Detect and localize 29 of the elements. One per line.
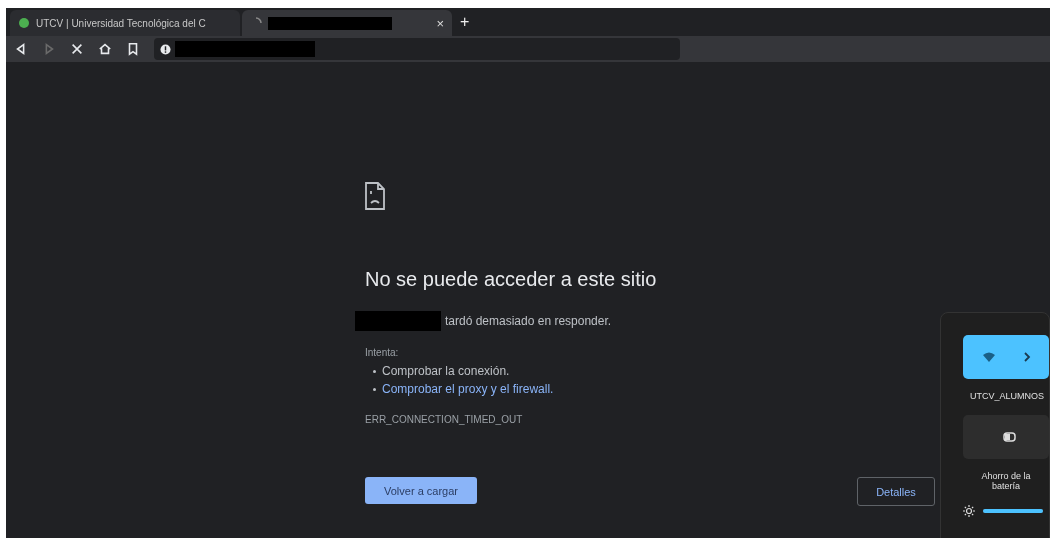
error-code: ERR_CONNECTION_TIMED_OUT — [365, 414, 523, 425]
suggestions-label: Intenta: — [365, 347, 399, 358]
browser-tab[interactable]: × — [242, 10, 452, 36]
chevron-icon — [1023, 352, 1031, 362]
tile-label: UTCV_ALUMNOS — [970, 391, 1042, 401]
bullet-dot — [373, 369, 376, 373]
tile-label: Ahorro de la batería — [980, 471, 1032, 491]
tab-title: UTCV | Universidad Tecnológica del C — [36, 17, 206, 29]
error-heading: No se puede acceder a este sitio — [365, 268, 658, 291]
suggestion-text: Comprobar la conexión. — [382, 364, 510, 378]
new-tab-button[interactable]: + — [460, 13, 470, 31]
bookmark-icon[interactable] — [126, 42, 140, 56]
browser-tab[interactable]: UTCV | Universidad Tecnológica del C — [10, 10, 240, 36]
wifi-tile[interactable] — [963, 335, 1049, 379]
proxy-link[interactable]: Comprobar el proxy y el firewall. — [382, 382, 554, 396]
battery-saver-icon — [1003, 432, 1017, 442]
home-icon[interactable] — [98, 42, 112, 56]
brightness-icon — [963, 505, 975, 517]
stop-icon[interactable] — [70, 42, 84, 56]
details-button[interactable]: Detalles — [857, 477, 935, 506]
reload-button[interactable]: Volver a cargar — [365, 477, 477, 504]
brightness-slider[interactable] — [983, 509, 1043, 513]
battery-saver-tile[interactable] — [963, 415, 1049, 459]
close-tab-button[interactable]: × — [436, 15, 444, 31]
bullet-dot — [373, 387, 376, 391]
wifi-icon — [983, 352, 995, 362]
sad-page-icon — [365, 182, 385, 210]
error-message: tardó demasiado en responder. — [445, 314, 612, 328]
info-icon — [160, 43, 171, 55]
